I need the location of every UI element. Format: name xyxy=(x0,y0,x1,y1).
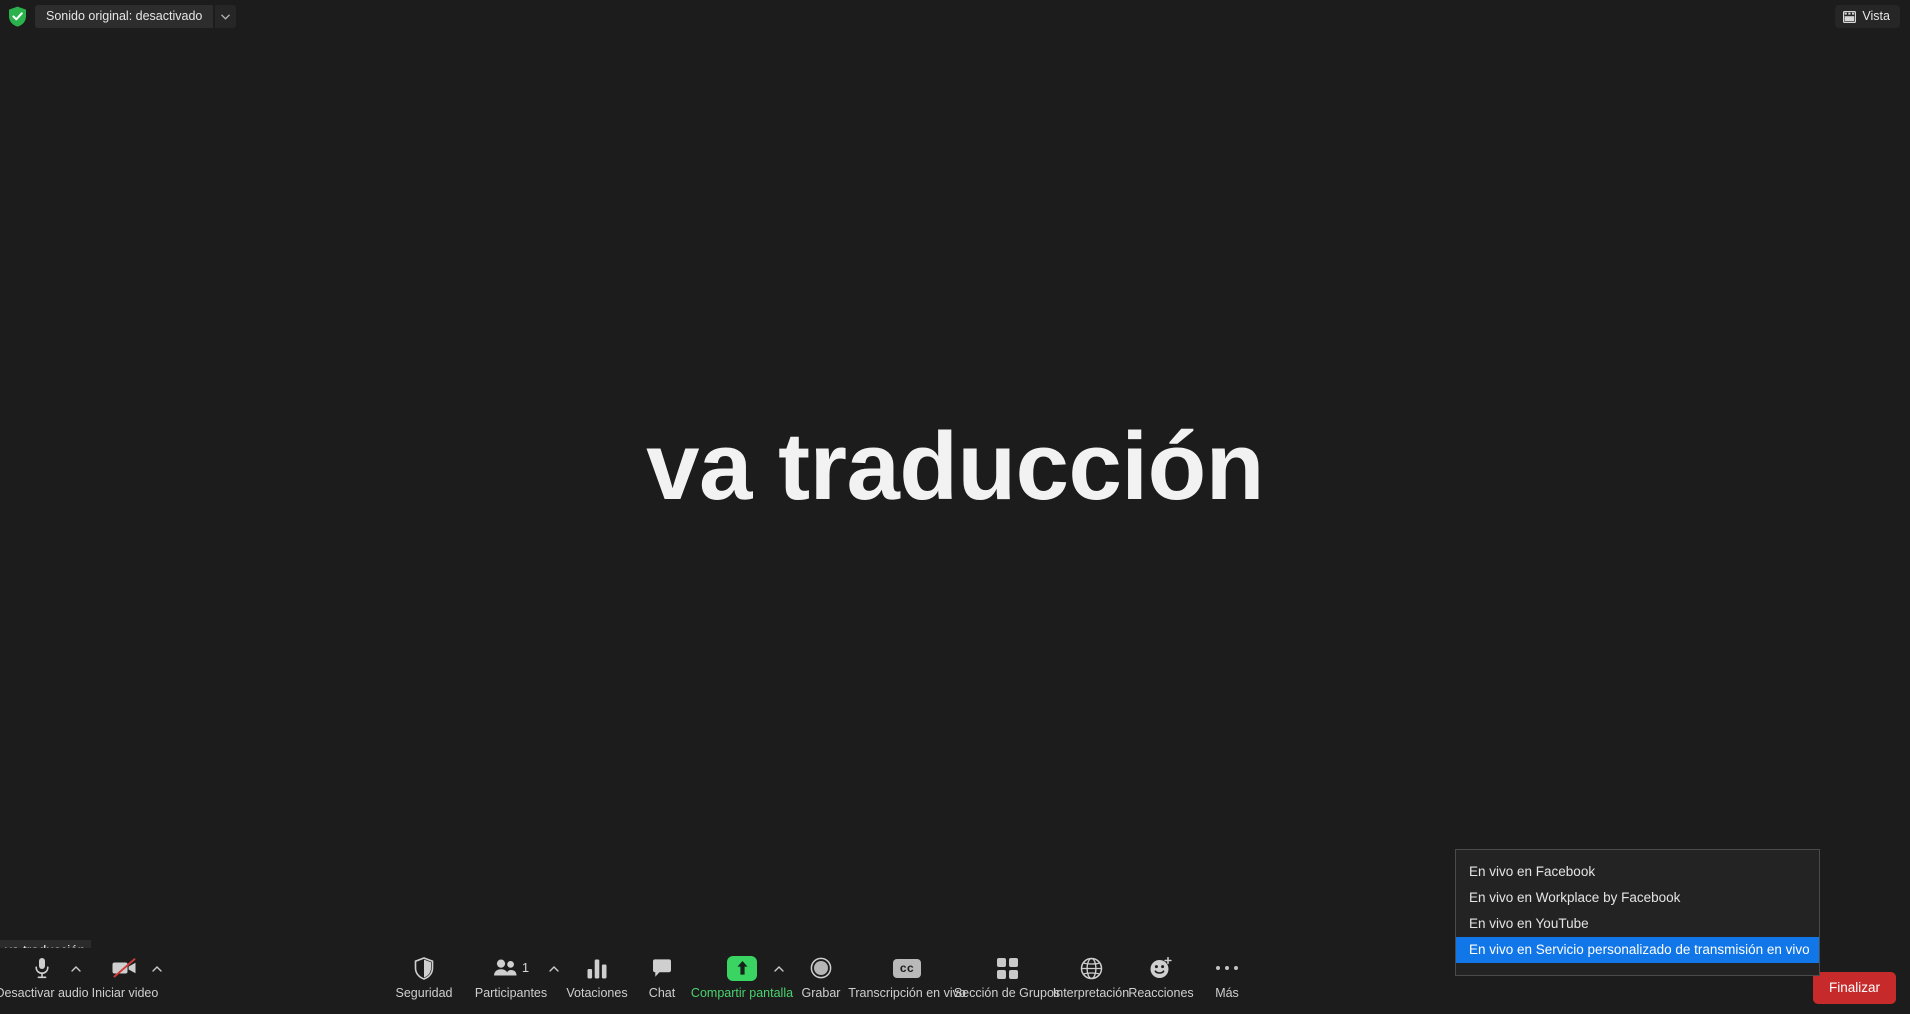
more-dots-icon[interactable] xyxy=(1216,954,1238,982)
chat-bubble-icon[interactable] xyxy=(651,954,673,982)
top-bar: Sonido original: desactivado Vista xyxy=(0,0,1910,33)
stage-caption-text: va traducción xyxy=(646,412,1264,520)
view-label: Vista xyxy=(1862,9,1890,23)
toolbar-label-chat: Chat xyxy=(648,986,676,1000)
security-shield-icon[interactable] xyxy=(8,6,27,27)
breakout-rooms-grid xyxy=(996,957,1018,979)
grid-cell xyxy=(996,969,1006,979)
shield-icon[interactable] xyxy=(414,954,434,982)
dot xyxy=(1216,966,1220,970)
microphone-icon[interactable] xyxy=(34,954,50,982)
grid-view-icon xyxy=(1843,10,1857,23)
toolbar-label-record: Grabar xyxy=(801,986,841,1000)
participants-count-badge: 1 xyxy=(521,960,530,975)
grid-cell xyxy=(1008,957,1018,967)
menu-item-custom-live-streaming-service[interactable]: En vivo en Servicio personalizado de tra… xyxy=(1456,937,1819,963)
toolbar-label-more: Más xyxy=(1215,986,1239,1000)
menu-item-facebook[interactable]: En vivo en Facebook xyxy=(1456,859,1819,885)
toolbar-label-live-transcript: Transcripción en vivo xyxy=(848,986,966,1000)
toolbar-item-more[interactable]: Más xyxy=(1172,954,1282,1000)
dot xyxy=(1234,966,1238,970)
original-sound-pill[interactable]: Sonido original: desactivado xyxy=(35,5,237,28)
share-screen-icon[interactable] xyxy=(727,954,757,982)
chevron-down-icon[interactable] xyxy=(215,5,237,28)
original-sound-control[interactable]: Sonido original: desactivado xyxy=(8,5,237,28)
toolbar-label-security: Seguridad xyxy=(395,986,453,1000)
video-camera-off-icon[interactable] xyxy=(111,954,139,982)
meeting-stage: va traducción xyxy=(0,33,1910,948)
record-circle-icon[interactable] xyxy=(810,954,832,982)
stage-caption-area: va traducción xyxy=(0,33,1910,948)
breakout-rooms-icon[interactable] xyxy=(996,954,1018,982)
bar-chart-icon[interactable] xyxy=(586,954,608,982)
more-dots-group xyxy=(1216,966,1238,970)
reactions-smiley-icon[interactable] xyxy=(1149,954,1173,982)
video-options-chevron-icon[interactable] xyxy=(150,964,164,975)
menu-item-youtube[interactable]: En vivo en YouTube xyxy=(1456,911,1819,937)
grid-cell xyxy=(1008,969,1018,979)
toolbar-item-start-video[interactable]: Iniciar video xyxy=(70,954,180,1000)
share-screen-green-box[interactable] xyxy=(727,955,757,981)
participants-icon[interactable]: 1 xyxy=(493,954,529,982)
toolbar-label-participants: Participantes xyxy=(474,986,548,1000)
toolbar-label-start-video: Iniciar video xyxy=(91,986,159,1000)
cc-badge[interactable]: cc xyxy=(892,958,922,978)
live-stream-dropdown-menu[interactable]: En vivo en Facebook En vivo en Workplace… xyxy=(1455,849,1820,976)
toolbar-item-live-transcript[interactable]: cc Transcripción en vivo xyxy=(848,954,966,1000)
globe-icon[interactable] xyxy=(1080,954,1103,982)
view-button[interactable]: Vista xyxy=(1835,5,1900,28)
original-sound-label[interactable]: Sonido original: desactivado xyxy=(35,5,214,28)
menu-item-workplace-facebook[interactable]: En vivo en Workplace by Facebook xyxy=(1456,885,1819,911)
dot xyxy=(1225,966,1229,970)
closed-caption-icon[interactable]: cc xyxy=(892,954,922,982)
grid-cell xyxy=(996,957,1006,967)
end-meeting-button[interactable]: Finalizar xyxy=(1812,972,1896,1004)
